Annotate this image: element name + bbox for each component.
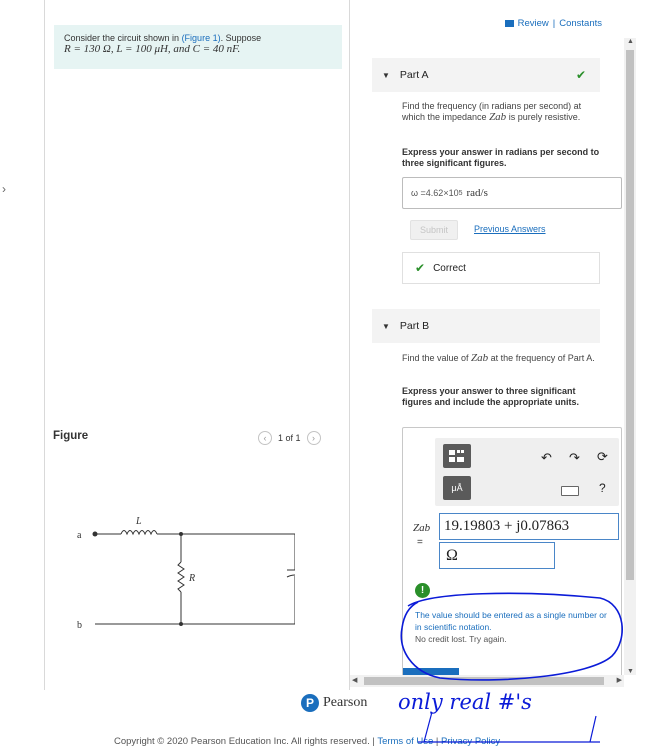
answer-value: 4.62×10	[425, 188, 459, 198]
previous-answers-link[interactable]: Previous Answers	[474, 224, 546, 234]
figure-heading: Figure	[53, 430, 89, 442]
part-b-question-end: at the frequency of Part A.	[488, 353, 595, 363]
question-panel: Review | Constants ▼ Part A ✔ Find the f…	[350, 0, 624, 690]
part-a-question: Find the frequency (in radians per secon…	[402, 101, 602, 123]
feedback-message: The value should be entered as a single …	[415, 609, 615, 645]
figure-pager: ‹ 1 of 1 ›	[258, 431, 321, 445]
feedback-note: No credit lost. Try again.	[415, 634, 507, 644]
part-b-question-text: Find the value of	[402, 353, 472, 363]
node-b-label: b	[77, 620, 82, 631]
flag-icon	[504, 20, 514, 27]
problem-statement: Consider the circuit shown in (Figure 1)…	[54, 25, 342, 69]
part-b-question: Find the value of Zab at the frequency o…	[402, 353, 602, 364]
figure-link[interactable]: (Figure 1)	[182, 33, 221, 43]
templates-icon[interactable]	[443, 444, 471, 468]
review-link[interactable]: Review	[518, 18, 549, 29]
help-icon[interactable]: ?	[599, 481, 606, 495]
footer-separator: |	[433, 736, 442, 747]
inductor-label: L	[135, 516, 142, 527]
units-button[interactable]: μÅ	[443, 476, 471, 500]
answer-editor: μÅ ↶ ↷ ⟳ ? Zab = 19.19803 + j0.07863 Ω !…	[402, 427, 622, 684]
resistor-label: R	[188, 573, 195, 584]
copyright-text: Copyright © 2020 Pearson Education Inc. …	[114, 736, 370, 747]
problem-intro: Consider the circuit shown in	[64, 33, 182, 43]
pearson-name: Pearson	[323, 695, 368, 710]
vertical-scrollbar[interactable]: ▲ ▼	[624, 38, 636, 675]
scroll-right-icon[interactable]: ▶	[617, 676, 622, 684]
review-separator: |	[552, 18, 556, 29]
collapse-triangle-icon: ▼	[382, 321, 390, 331]
correct-check-icon: ✔	[415, 261, 426, 275]
constants-link[interactable]: Constants	[559, 18, 602, 29]
keyboard-icon[interactable]	[561, 486, 579, 496]
checkmark-icon: ✔	[575, 68, 586, 82]
part-a-instruction: Express your answer in radians per secon…	[402, 147, 600, 168]
undo-icon[interactable]: ↶	[541, 450, 552, 466]
part-a-submit-button[interactable]: Submit	[410, 220, 458, 240]
problem-values: R = 130 Ω, L = 100 μH, and C = 40 nF.	[64, 43, 241, 55]
answer-exponent: 5	[458, 189, 463, 197]
part-a-question-end: is purely resistive.	[506, 112, 581, 122]
expand-chevron-icon[interactable]: ›	[2, 182, 6, 196]
zab-value-input[interactable]: 19.19803 + j0.07863	[439, 513, 619, 540]
part-a-answer-box: ω = 4.62×10 5 rad/s	[402, 177, 622, 209]
exclamation-icon: !	[415, 583, 430, 598]
scroll-left-icon[interactable]: ◀	[352, 676, 357, 684]
circuit-diagram: a b L R C	[77, 516, 295, 631]
math-toolbar: μÅ ↶ ↷ ⟳ ?	[435, 438, 619, 506]
part-b-header[interactable]: ▼ Part B	[372, 309, 600, 343]
redo-icon[interactable]: ↷	[569, 450, 580, 466]
horizontal-scrollbar[interactable]: ◀ ▶	[350, 675, 624, 687]
problem-panel: Consider the circuit shown in (Figure 1)…	[44, 0, 350, 690]
correct-text: Correct	[433, 262, 466, 274]
reset-icon[interactable]: ⟳	[597, 449, 608, 465]
omega-prefix: ω =	[411, 188, 426, 198]
part-a-header[interactable]: ▼ Part A ✔	[372, 58, 600, 92]
scroll-up-icon[interactable]: ▲	[627, 38, 634, 45]
part-b-title: Part B	[399, 320, 430, 332]
footer: Copyright © 2020 Pearson Education Inc. …	[114, 736, 500, 747]
answer-unit: rad/s	[466, 187, 488, 199]
privacy-link[interactable]: Privacy Policy	[441, 736, 500, 747]
equals-sign: =	[417, 537, 423, 548]
part-b-instruction: Express your answer to three significant…	[402, 386, 580, 407]
collapse-triangle-icon: ▼	[382, 70, 390, 80]
zab-symbol: Zab	[471, 352, 489, 364]
node-a-label: a	[77, 530, 82, 541]
review-constants-links: Review | Constants	[504, 18, 602, 29]
zab-field-label: Zab	[413, 522, 431, 534]
zab-symbol: Zab	[489, 111, 507, 123]
chevron-right-icon[interactable]: ›	[306, 431, 321, 445]
scroll-down-icon[interactable]: ▼	[627, 668, 634, 675]
handwritten-note: only real #'s	[398, 690, 532, 714]
correct-feedback: ✔ Correct	[402, 252, 600, 284]
zab-unit-input[interactable]: Ω	[439, 542, 555, 569]
part-a-title: Part A	[399, 69, 429, 81]
scroll-thumb[interactable]	[364, 677, 604, 685]
feedback-text: The value should be entered as a single …	[415, 610, 607, 632]
problem-after-link: . Suppose	[220, 33, 262, 43]
scroll-thumb[interactable]	[626, 50, 634, 580]
terms-link[interactable]: Terms of Use	[377, 736, 433, 747]
pearson-logo: P Pearson	[301, 694, 367, 712]
pearson-p-icon: P	[301, 694, 319, 712]
chevron-left-icon[interactable]: ‹	[258, 431, 272, 445]
pager-text: 1 of 1	[278, 433, 301, 443]
